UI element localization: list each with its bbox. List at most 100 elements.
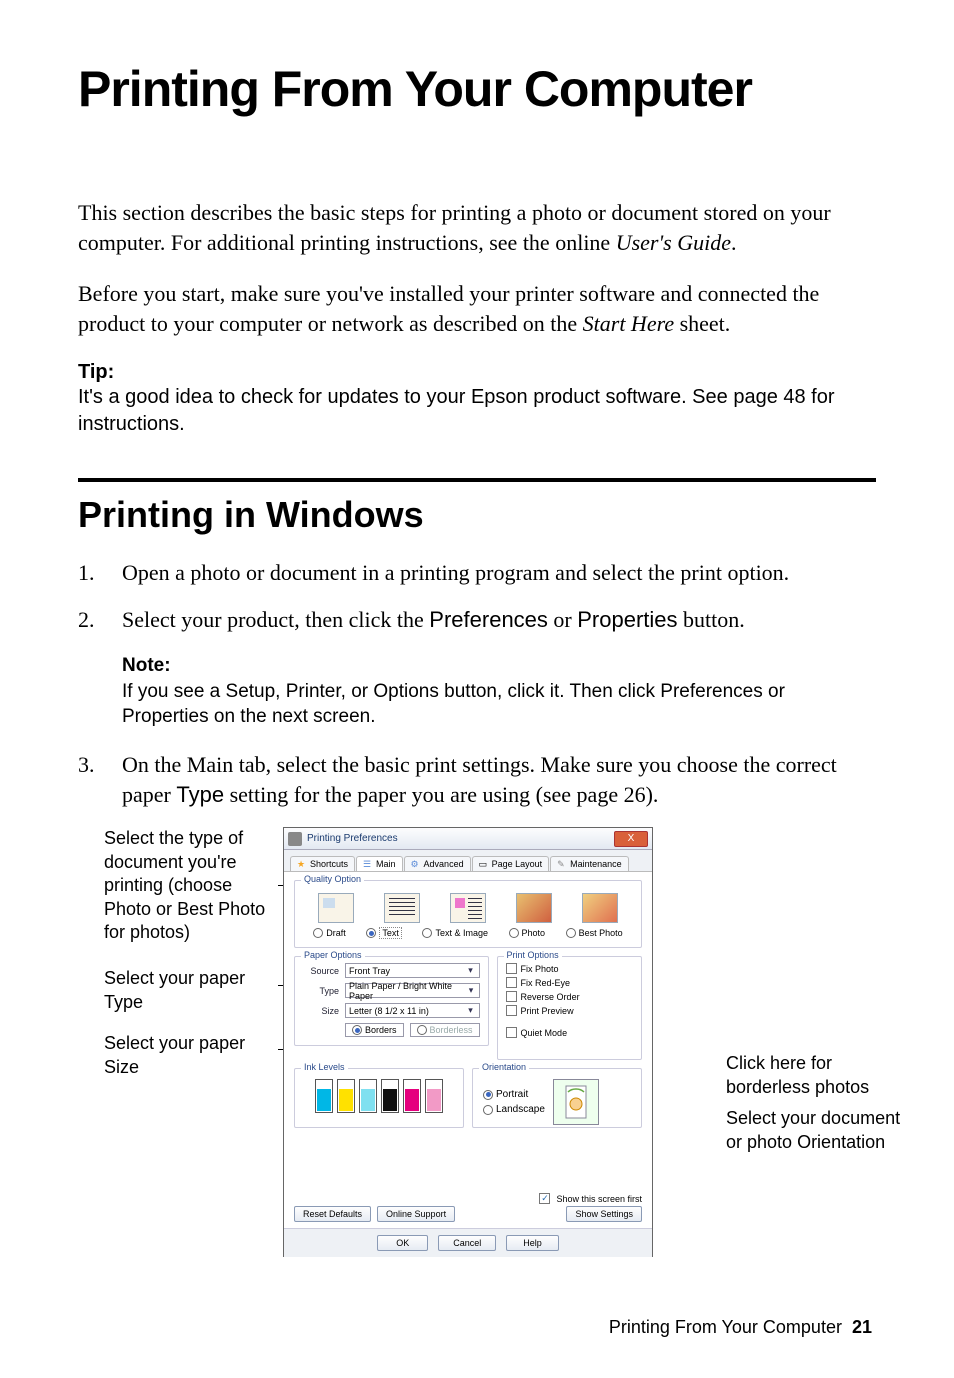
orientation-preview <box>553 1079 599 1125</box>
orientation-group: Orientation Portrait Landscape <box>472 1068 642 1128</box>
titlebar[interactable]: Printing Preferences X <box>284 828 652 850</box>
radio-icon <box>417 1025 427 1035</box>
source-dropdown[interactable]: Front Tray▾ <box>345 963 480 978</box>
text: Preferences <box>660 681 762 702</box>
radio-label: Borders <box>365 1025 397 1035</box>
text-sans: Size <box>104 1057 139 1077</box>
reset-defaults-button[interactable]: Reset Defaults <box>294 1206 371 1222</box>
step-text: On the Main tab, select the basic print … <box>122 750 876 809</box>
checkbox-icon <box>506 1005 517 1016</box>
intro-paragraph-1: This section describes the basic steps f… <box>78 198 876 257</box>
tab-maintenance[interactable]: ✎Maintenance <box>550 856 629 871</box>
radio-label: Text & Image <box>435 928 488 938</box>
text-sans: Best Photo <box>177 899 265 919</box>
ink-magenta <box>403 1079 421 1113</box>
bottom-left-buttons: Reset Defaults Online Support <box>294 1206 455 1222</box>
tip-block: Tip: It's a good idea to check for updat… <box>78 361 876 438</box>
radio-landscape[interactable]: Landscape <box>483 1104 545 1115</box>
text: , <box>275 681 286 702</box>
callout-type: Select your paper Type <box>104 967 284 1014</box>
text-sans: Photo <box>104 899 151 919</box>
ink-cyan <box>315 1079 333 1113</box>
close-button[interactable]: X <box>614 831 648 847</box>
check-label: Fix Red-Eye <box>521 978 571 988</box>
radio-label: Photo <box>522 928 546 938</box>
radio-borders[interactable]: Borders <box>345 1023 404 1037</box>
step-2: 2. Select your product, then click the P… <box>78 605 876 635</box>
check-label: Print Preview <box>521 1006 574 1016</box>
radio-label: Borderless <box>430 1025 473 1035</box>
tab-strip: ★Shortcuts ☰Main ⚙Advanced ▭Page Layout … <box>284 850 652 872</box>
quality-thumb-photo <box>516 893 552 923</box>
radio-text[interactable]: Text <box>366 927 402 939</box>
text: Options <box>373 681 438 702</box>
checkbox-icon <box>506 963 517 974</box>
ok-button[interactable]: OK <box>377 1235 428 1251</box>
text: Select the type of document you're print… <box>104 828 243 895</box>
tab-shortcuts[interactable]: ★Shortcuts <box>290 856 355 871</box>
quality-option-group: Quality Option Draft Text Text & Image P… <box>294 880 642 948</box>
radio-draft[interactable]: Draft <box>313 928 346 938</box>
radio-text-image[interactable]: Text & Image <box>422 928 488 938</box>
dropdown-value: Letter (8 1/2 x 11 in) <box>349 1006 429 1016</box>
radio-portrait[interactable]: Portrait <box>483 1089 545 1100</box>
help-button[interactable]: Help <box>506 1235 559 1251</box>
check-quiet-mode[interactable]: Quiet Mode <box>506 1027 633 1038</box>
field-label: Type <box>303 986 339 996</box>
divider <box>78 478 876 482</box>
radio-icon <box>366 928 376 938</box>
page-footer: Printing From Your Computer 21 <box>78 1317 876 1338</box>
tab-advanced[interactable]: ⚙Advanced <box>404 856 471 871</box>
check-print-preview[interactable]: Print Preview <box>506 1005 633 1016</box>
source-row: Source Front Tray▾ <box>303 963 480 978</box>
checkbox-icon <box>506 991 517 1002</box>
text: Setup <box>226 681 276 702</box>
show-settings-button[interactable]: Show Settings <box>566 1206 642 1222</box>
chevron-down-icon: ▾ <box>466 966 476 976</box>
check-fix-photo[interactable]: Fix Photo <box>506 963 633 974</box>
text: . <box>731 230 737 255</box>
check-fix-red-eye[interactable]: Fix Red-Eye <box>506 977 633 988</box>
bottom-right-row: Show this screen first <box>539 1193 642 1204</box>
quality-thumb-textimage <box>450 893 486 923</box>
text: on the next screen. <box>209 706 376 727</box>
step-text: Select your product, then click the Pref… <box>122 605 876 635</box>
note-label: Note: <box>122 653 876 679</box>
radio-photo[interactable]: Photo <box>509 928 546 938</box>
text: or <box>763 681 785 702</box>
dropdown-value: Plain Paper / Bright White Paper <box>349 981 466 1001</box>
ink-yellow <box>337 1079 355 1113</box>
chevron-down-icon: ▾ <box>466 1006 476 1016</box>
check-label: Show this screen first <box>556 1194 642 1204</box>
figure-area: Select the type of document you're print… <box>78 827 876 1287</box>
cancel-button[interactable]: Cancel <box>438 1235 496 1251</box>
group-label: Ink Levels <box>301 1062 348 1072</box>
ink-levels-group: Ink Levels <box>294 1068 464 1128</box>
ink-black <box>381 1079 399 1113</box>
text: button. <box>678 607 745 632</box>
checkbox-icon[interactable] <box>539 1193 550 1204</box>
step-number: 2. <box>78 605 122 635</box>
radio-icon <box>313 928 323 938</box>
quality-thumb-draft <box>318 893 354 923</box>
size-dropdown[interactable]: Letter (8 1/2 x 11 in) ▾ <box>345 1003 480 1018</box>
online-support-button[interactable]: Online Support <box>377 1206 455 1222</box>
check-reverse-order[interactable]: Reverse Order <box>506 991 633 1002</box>
field-label: Source <box>303 966 339 976</box>
check-label: Fix Photo <box>521 964 559 974</box>
type-row: Type Plain Paper / Bright White Paper▾ <box>303 983 480 998</box>
check-label: Reverse Order <box>521 992 580 1002</box>
tab-main[interactable]: ☰Main <box>356 856 403 871</box>
type-dropdown[interactable]: Plain Paper / Bright White Paper▾ <box>345 983 480 998</box>
radio-label: Draft <box>326 928 346 938</box>
radio-borderless[interactable]: Borderless <box>410 1023 480 1037</box>
radio-label: Portrait <box>496 1089 528 1100</box>
page-icon: ▭ <box>479 859 489 869</box>
printing-preferences-dialog: Printing Preferences X ★Shortcuts ☰Main … <box>283 827 653 1257</box>
radio-best-photo[interactable]: Best Photo <box>566 928 623 938</box>
callout-size: Select your paper Size <box>104 1032 284 1079</box>
quality-thumbs <box>303 893 633 923</box>
radio-label: Text <box>379 927 402 939</box>
tab-page-layout[interactable]: ▭Page Layout <box>472 856 550 871</box>
check-label: Quiet Mode <box>521 1028 568 1038</box>
